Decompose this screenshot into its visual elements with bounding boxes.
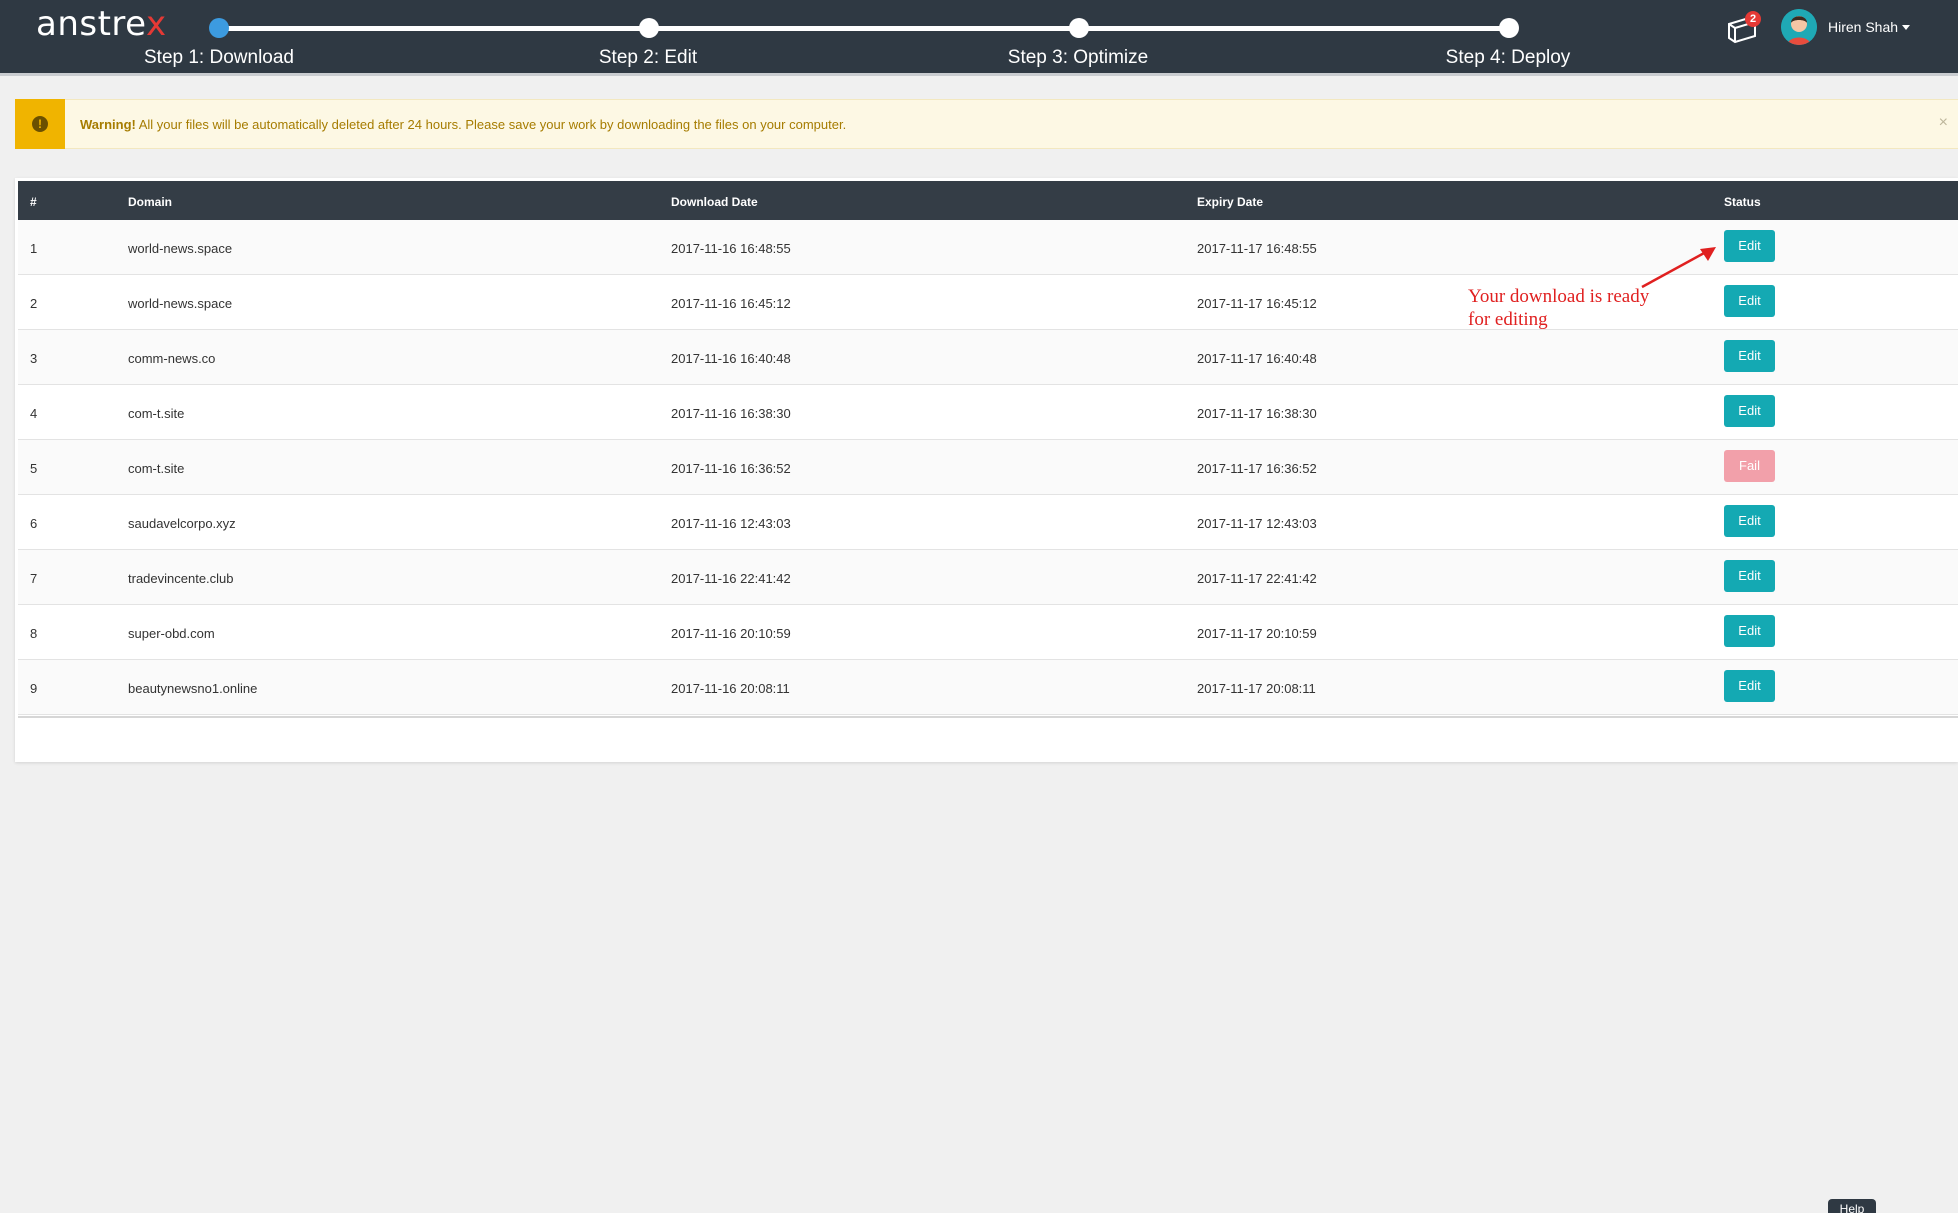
annotation-arrow-icon <box>1641 247 1716 289</box>
column-header-number: # <box>30 195 37 209</box>
row-expiry-date: 2017-11-17 12:43:03 <box>1197 516 1317 531</box>
row-download-date: 2017-11-16 16:45:12 <box>671 296 791 311</box>
row-expiry-date: 2017-11-17 20:10:59 <box>1197 626 1317 641</box>
row-domain: super-obd.com <box>128 626 215 641</box>
step-1-label[interactable]: Step 1: Download <box>144 47 294 69</box>
table-row: 5 com-t.site 2017-11-16 16:36:52 2017-11… <box>18 440 1958 495</box>
row-number: 5 <box>30 461 38 476</box>
warning-title: Warning! <box>80 117 136 132</box>
user-name[interactable]: Hiren Shah <box>1828 19 1898 35</box>
logo-accent: x <box>145 4 167 44</box>
row-download-date: 2017-11-16 16:36:52 <box>671 461 791 476</box>
step-2-dot[interactable] <box>639 18 659 38</box>
exclamation-icon: ! <box>32 116 48 132</box>
row-domain: world-news.space <box>128 241 233 256</box>
row-expiry-date: 2017-11-17 16:38:30 <box>1197 406 1317 421</box>
table-row: 7 tradevincente.club 2017-11-16 22:41:42… <box>18 550 1958 605</box>
column-header-download-date: Download Date <box>671 195 758 209</box>
step-3-label[interactable]: Step 3: Optimize <box>1008 47 1148 69</box>
notification-badge: 2 <box>1745 11 1761 27</box>
row-expiry-date: 2017-11-17 16:48:55 <box>1197 241 1317 256</box>
row-number: 3 <box>30 351 38 366</box>
fail-button[interactable]: Fail <box>1724 450 1775 482</box>
table-row: 3 comm-news.co 2017-11-16 16:40:48 2017-… <box>18 330 1958 385</box>
top-bar: anstrex Step 1: Download Step 2: Edit St… <box>0 0 1958 76</box>
table-row: 9 beautynewsno1.online 2017-11-16 20:08:… <box>18 660 1958 715</box>
row-domain: com-t.site <box>128 406 185 421</box>
step-1-dot[interactable] <box>209 18 229 38</box>
row-download-date: 2017-11-16 12:43:03 <box>671 516 791 531</box>
row-download-date: 2017-11-16 22:41:42 <box>671 571 791 586</box>
step-4-label[interactable]: Step 4: Deploy <box>1446 47 1571 69</box>
row-download-date: 2017-11-16 16:48:55 <box>671 241 791 256</box>
row-domain: saudavelcorpo.xyz <box>128 516 236 531</box>
row-number: 4 <box>30 406 38 421</box>
row-number: 7 <box>30 571 38 586</box>
row-number: 1 <box>30 241 38 256</box>
step-2-label[interactable]: Step 2: Edit <box>599 47 697 69</box>
edit-button[interactable]: Edit <box>1724 505 1775 537</box>
column-header-expiry-date: Expiry Date <box>1197 195 1264 209</box>
table-row: 8 super-obd.com 2017-11-16 20:10:59 2017… <box>18 605 1958 660</box>
close-icon[interactable]: × <box>1939 114 1948 132</box>
row-number: 6 <box>30 516 38 531</box>
anstrex-logo[interactable]: anstrex <box>36 4 167 44</box>
steps-progress-line <box>219 26 1509 31</box>
row-expiry-date: 2017-11-17 22:41:42 <box>1197 571 1317 586</box>
table-row: 4 com-t.site 2017-11-16 16:38:30 2017-11… <box>18 385 1958 440</box>
warning-message: All your files will be automatically del… <box>138 117 847 132</box>
table-bottom-border <box>18 716 1958 718</box>
row-expiry-date: 2017-11-17 20:08:11 <box>1197 681 1316 696</box>
edit-button[interactable]: Edit <box>1724 230 1775 262</box>
row-domain: beautynewsno1.online <box>128 681 258 696</box>
help-button[interactable]: Help <box>1828 1199 1876 1213</box>
edit-button[interactable]: Edit <box>1724 340 1775 372</box>
row-expiry-date: 2017-11-17 16:40:48 <box>1197 351 1317 366</box>
row-number: 8 <box>30 626 38 641</box>
logo-text: anstre <box>36 4 146 44</box>
row-domain: world-news.space <box>128 296 233 311</box>
table-header: # Domain Download Date Expiry Date Statu… <box>18 181 1958 220</box>
row-expiry-date: 2017-11-17 16:45:12 <box>1197 296 1317 311</box>
edit-button[interactable]: Edit <box>1724 615 1775 647</box>
row-number: 2 <box>30 296 38 311</box>
warning-alert: ! Warning! All your files will be automa… <box>15 99 1958 149</box>
warning-text: Warning! All your files will be automati… <box>80 117 846 132</box>
column-header-domain: Domain <box>128 195 173 209</box>
edit-button[interactable]: Edit <box>1724 560 1775 592</box>
row-expiry-date: 2017-11-17 16:36:52 <box>1197 461 1317 476</box>
warning-icon-box: ! <box>15 99 65 149</box>
user-avatar[interactable] <box>1781 9 1817 45</box>
annotation-line-2: for editing <box>1468 309 1548 330</box>
row-domain: tradevincente.club <box>128 571 234 586</box>
row-number: 9 <box>30 681 38 696</box>
row-download-date: 2017-11-16 20:10:59 <box>671 626 791 641</box>
chevron-down-icon[interactable] <box>1902 25 1910 30</box>
row-download-date: 2017-11-16 20:08:11 <box>671 681 790 696</box>
row-download-date: 2017-11-16 16:40:48 <box>671 351 791 366</box>
column-header-status: Status <box>1724 195 1761 209</box>
step-3-dot[interactable] <box>1069 18 1089 38</box>
row-download-date: 2017-11-16 16:38:30 <box>671 406 791 421</box>
step-4-dot[interactable] <box>1499 18 1519 38</box>
row-domain: comm-news.co <box>128 351 216 366</box>
edit-button[interactable]: Edit <box>1724 395 1775 427</box>
table-row: 6 saudavelcorpo.xyz 2017-11-16 12:43:03 … <box>18 495 1958 550</box>
edit-button[interactable]: Edit <box>1724 285 1775 317</box>
row-domain: com-t.site <box>128 461 185 476</box>
edit-button[interactable]: Edit <box>1724 670 1775 702</box>
